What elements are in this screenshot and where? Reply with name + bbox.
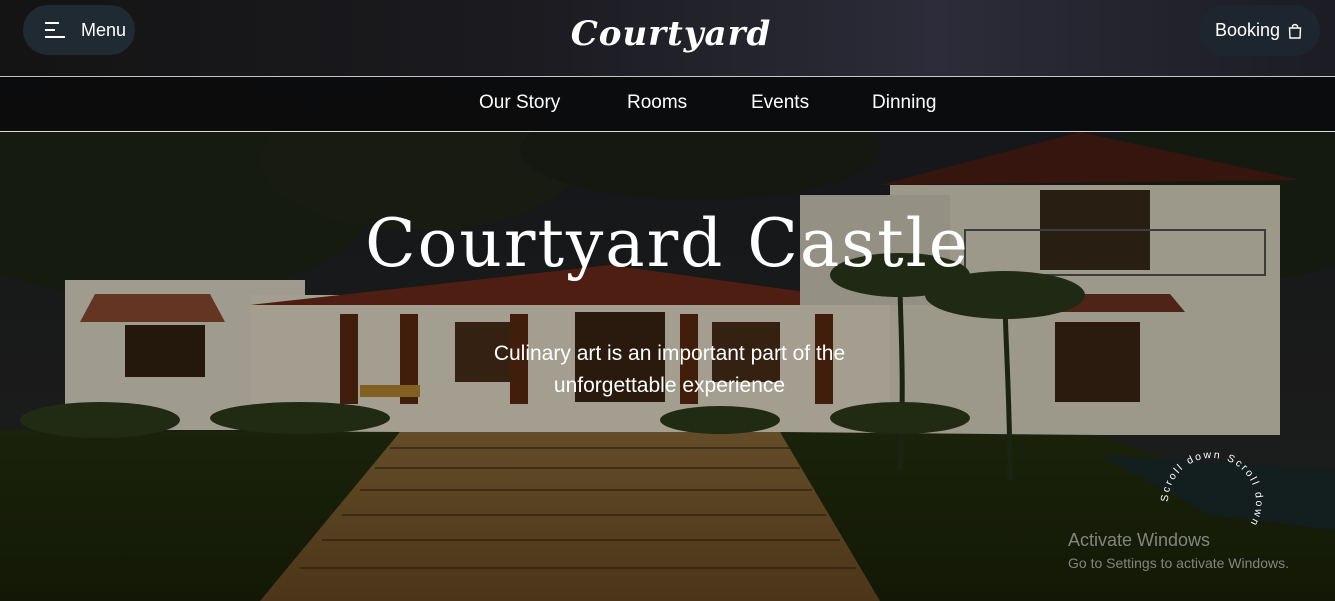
hero-subtitle-line2: unforgettable experience	[553, 374, 786, 397]
main-nav: Our Story Rooms Events Dinning	[0, 77, 1335, 132]
windows-watermark-title: Activate Windows	[1068, 530, 1211, 550]
hero-subtitle: Culinary art is an important part of the…	[0, 338, 1335, 402]
shopping-bag-icon	[1288, 23, 1302, 39]
menu-label: Menu	[81, 19, 127, 40]
booking-button[interactable]: Booking	[1199, 5, 1320, 56]
menu-button[interactable]: Menu	[23, 5, 135, 55]
scroll-down-text: Scroll down Scroll down	[1159, 449, 1263, 529]
hero-subtitle-line1: Culinary art is an important part of the	[493, 342, 846, 365]
top-header: Menu Courtyard Booking	[0, 0, 1335, 77]
hero-title: Courtyard Castle	[365, 205, 970, 282]
hamburger-icon	[45, 20, 67, 40]
nav-item-our-story[interactable]: Our Story	[479, 92, 560, 114]
nav-item-rooms[interactable]: Rooms	[627, 92, 687, 114]
nav-item-events[interactable]: Events	[751, 92, 809, 114]
courtyard-logo[interactable]: Courtyard	[566, 6, 776, 72]
nav-item-dinning[interactable]: Dinning	[872, 92, 936, 114]
booking-label: Booking	[1215, 20, 1281, 40]
svg-text:Scroll down Scroll down: Scroll down Scroll down	[1159, 449, 1265, 529]
windows-watermark-subtitle: Go to Settings to activate Windows.	[1068, 555, 1289, 571]
